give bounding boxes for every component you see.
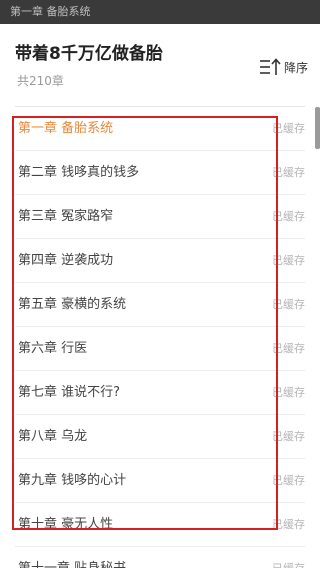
chapter-list[interactable]: 第一章 备胎系统 已缓存 第二章 钱哆真的钱多 已缓存 第三章 冤家路窄 已缓存… bbox=[0, 107, 320, 568]
sort-order-button[interactable]: 降序 bbox=[259, 57, 308, 77]
chapter-title: 第十一章 贴身秘书 bbox=[18, 547, 126, 568]
cache-status: 已缓存 bbox=[272, 430, 305, 443]
status-bar: 第一章 备胎系统 bbox=[0, 0, 320, 24]
cache-status: 已缓存 bbox=[272, 166, 305, 179]
chapter-row[interactable]: 第三章 冤家路窄 已缓存 bbox=[15, 195, 305, 239]
chapter-count: 共210章 bbox=[17, 74, 64, 88]
book-title: 带着8千万亿做备胎 bbox=[15, 44, 163, 64]
chapter-row[interactable]: 第十一章 贴身秘书 已缓存 bbox=[15, 547, 305, 568]
chapter-title: 第七章 谁说不行? bbox=[18, 385, 121, 400]
chapter-row[interactable]: 第七章 谁说不行? 已缓存 bbox=[15, 371, 305, 415]
chapter-title: 第九章 钱哆的心计 bbox=[18, 473, 127, 488]
cache-status: 已缓存 bbox=[272, 298, 305, 311]
cache-status: 已缓存 bbox=[272, 254, 305, 267]
cache-status: 已缓存 bbox=[272, 518, 305, 531]
chapter-title: 第十章 豪无人性 bbox=[18, 517, 114, 532]
status-bar-text: 第一章 备胎系统 bbox=[10, 5, 91, 18]
chapter-row[interactable]: 第八章 乌龙 已缓存 bbox=[15, 415, 305, 459]
chapter-row[interactable]: 第六章 行医 已缓存 bbox=[15, 327, 305, 371]
sort-order-label: 降序 bbox=[283, 60, 308, 75]
chapter-row[interactable]: 第四章 逆袭成功 已缓存 bbox=[15, 239, 305, 283]
chapter-title: 第三章 冤家路窄 bbox=[18, 209, 114, 224]
chapter-row[interactable]: 第九章 钱哆的心计 已缓存 bbox=[15, 459, 305, 503]
chapter-row[interactable]: 第二章 钱哆真的钱多 已缓存 bbox=[15, 151, 305, 195]
scrollbar-thumb[interactable] bbox=[315, 107, 320, 149]
book-header: 带着8千万亿做备胎 共210章 降序 bbox=[0, 24, 320, 104]
chapter-title: 第二章 钱哆真的钱多 bbox=[18, 165, 140, 180]
chapter-title: 第四章 逆袭成功 bbox=[18, 253, 114, 268]
cache-status: 已缓存 bbox=[272, 210, 305, 223]
chapter-title: 第六章 行医 bbox=[18, 341, 88, 356]
cache-status: 已缓存 bbox=[272, 547, 305, 568]
cache-status: 已缓存 bbox=[272, 342, 305, 355]
chapter-title: 第一章 备胎系统 bbox=[18, 121, 114, 136]
cache-status: 已缓存 bbox=[272, 386, 305, 399]
cache-status: 已缓存 bbox=[272, 122, 305, 135]
chapter-title: 第八章 乌龙 bbox=[18, 429, 88, 444]
cache-status: 已缓存 bbox=[272, 474, 305, 487]
chapter-title: 第五章 豪横的系统 bbox=[18, 297, 127, 312]
sort-descending-icon bbox=[259, 58, 281, 75]
chapter-row[interactable]: 第一章 备胎系统 已缓存 bbox=[15, 107, 305, 151]
chapter-row[interactable]: 第五章 豪横的系统 已缓存 bbox=[15, 283, 305, 327]
chapter-row[interactable]: 第十章 豪无人性 已缓存 bbox=[15, 503, 305, 547]
